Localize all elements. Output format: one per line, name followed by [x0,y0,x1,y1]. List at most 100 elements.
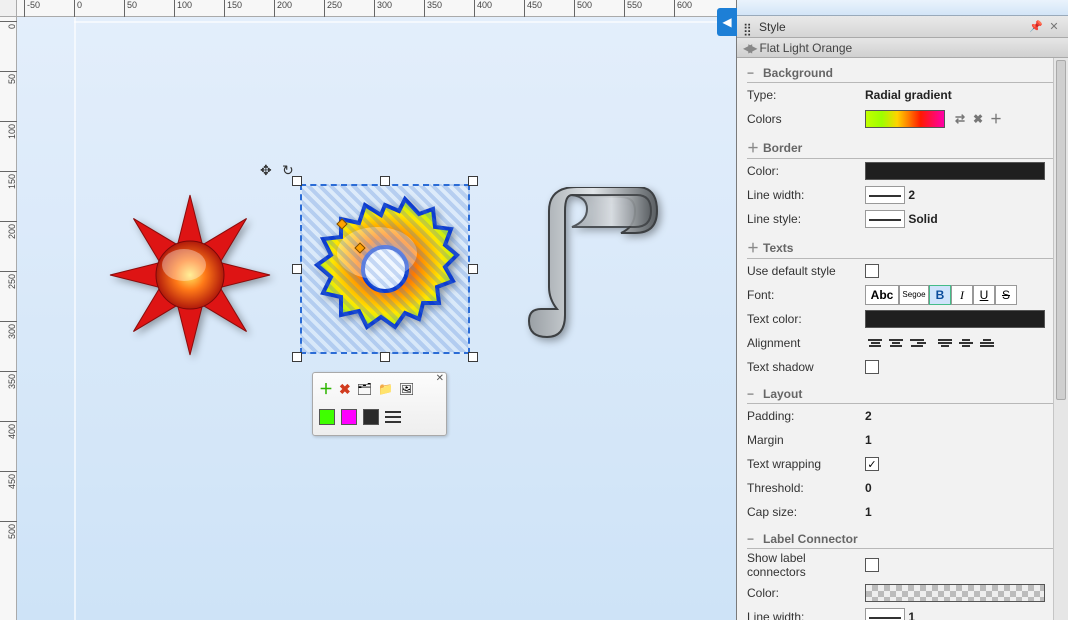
shape-sun[interactable] [105,190,275,360]
nav-arrows-icon[interactable]: ◀▶ [743,41,753,55]
ruler-vertical[interactable]: 050100150200250300350400450500 [0,17,17,620]
remove-color-button[interactable]: ✖ [969,110,987,128]
ruler-tick: 300 [374,0,392,17]
selection-box[interactable]: ✥ ↻ [300,184,470,354]
panel-tabbar[interactable] [737,0,1068,16]
folder-icon[interactable]: 📁 [378,382,393,396]
ruler-corner [0,0,17,17]
add-icon[interactable]: ＋ [319,379,333,399]
section-label-connector[interactable]: −Label Connector [747,528,1058,549]
resize-handle-r[interactable] [468,264,478,274]
section-layout[interactable]: −Layout [747,383,1058,404]
align-center-button[interactable] [886,334,906,352]
valign-top-button[interactable] [935,334,955,352]
bold-button[interactable]: B [929,285,951,305]
alignment-group [865,334,997,352]
underline-button[interactable]: U [973,285,995,305]
context-toolbar-close[interactable]: ✕ [436,373,444,384]
show-connectors-checkbox[interactable] [865,558,879,572]
resize-handle-br[interactable] [468,352,478,362]
resize-handle-bl[interactable] [292,352,302,362]
page-left-edge [74,17,76,620]
italic-button[interactable]: I [951,285,973,305]
ruler-tick: 600 [674,0,692,17]
text-wrap-checkbox[interactable]: ✓ [865,457,879,471]
add-color-button[interactable]: ＋ [987,110,1005,128]
shape-scroll[interactable] [517,187,667,357]
gradient-preview[interactable] [865,110,945,128]
quick-color-swatch[interactable] [363,409,379,425]
bg-type-value[interactable]: Radial gradient [865,88,952,102]
ruler-tick: 150 [224,0,242,17]
panel-title-bar[interactable]: ⣿ Style 📌 ✕ [737,16,1068,38]
ruler-tick: 150 [0,171,17,189]
quick-color-swatch[interactable] [341,409,357,425]
border-linestyle-preview[interactable] [865,210,905,228]
style-panel: ◀ ⣿ Style 📌 ✕ ◀▶ Flat Light Orange −Back… [736,0,1068,620]
resize-handle-t[interactable] [380,176,390,186]
use-default-style-checkbox[interactable] [865,264,879,278]
quick-color-row [319,405,440,429]
ruler-tick: 300 [0,321,17,339]
ruler-tick: 200 [274,0,292,17]
capsize-value[interactable]: 1 [865,505,872,519]
border-color-swatch[interactable] [865,162,1045,180]
grip-icon: ⣿ [743,22,753,32]
ruler-tick: 400 [474,0,492,17]
section-border[interactable]: ＋Border [747,135,1058,159]
connector-color-swatch[interactable] [865,584,1045,602]
panel-scrollbar[interactable] [1053,58,1068,620]
border-linestyle-value[interactable]: Solid [908,212,937,226]
ruler-tick: 500 [0,521,17,539]
strike-button[interactable]: S [995,285,1017,305]
text-color-swatch[interactable] [865,310,1045,328]
swap-colors-button[interactable]: ⇄ [951,110,969,128]
panel-title: Style [759,20,786,34]
context-toolbar: ✕ ＋ ✖ 🗂 📁 🖼 [312,372,447,436]
connector-linewidth-value[interactable]: 1 [908,610,915,620]
canvas-area: -50050100150200250300350400450500550600 … [0,0,736,620]
page-top-edge [74,21,736,23]
close-icon[interactable]: ✕ [1046,20,1062,34]
resize-handle-b[interactable] [380,352,390,362]
resize-handle-tr[interactable] [468,176,478,186]
connector-linewidth-preview[interactable] [865,608,905,620]
section-texts[interactable]: ＋Texts [747,235,1058,259]
border-linewidth-value[interactable]: 2 [908,188,915,202]
scrollbar-thumb[interactable] [1056,60,1066,400]
ruler-tick: 250 [0,271,17,289]
delete-icon[interactable]: ✖ [339,381,351,398]
ruler-horizontal[interactable]: -50050100150200250300350400450500550600 [17,0,736,17]
image-icon[interactable]: 🖼 [399,382,414,396]
text-shadow-checkbox[interactable] [865,360,879,374]
valign-mid-button[interactable] [956,334,976,352]
align-right-button[interactable] [907,334,927,352]
pin-icon[interactable]: 📌 [1028,20,1044,34]
lines-icon[interactable] [385,409,401,425]
quick-color-swatch[interactable] [319,409,335,425]
panel-collapse-button[interactable]: ◀ [717,8,737,36]
border-linewidth-preview[interactable] [865,186,905,204]
ruler-tick: -50 [24,0,40,17]
threshold-value[interactable]: 0 [865,481,872,495]
panel-body: −Background Type:Radial gradient Colors … [737,58,1068,620]
align-left-button[interactable] [865,334,885,352]
valign-bot-button[interactable] [977,334,997,352]
ruler-tick: 350 [0,371,17,389]
font-name[interactable]: Segoe [899,285,929,305]
ruler-tick: 500 [574,0,592,17]
rotate-handle-icon[interactable]: ↻ [282,162,294,179]
style-name-row[interactable]: ◀▶ Flat Light Orange [737,38,1068,58]
group-icon[interactable]: 🗂 [357,382,372,396]
ruler-tick: 0 [74,0,82,17]
ruler-tick: 100 [174,0,192,17]
ruler-tick: 50 [124,0,137,17]
padding-value[interactable]: 2 [865,409,872,423]
margin-value[interactable]: 1 [865,433,872,447]
resize-handle-l[interactable] [292,264,302,274]
font-preview[interactable]: Abc [865,285,899,305]
canvas[interactable]: ✥ ↻ ✕ ＋ ✖ 🗂 📁 🖼 [17,17,736,620]
bg-colors-label: Colors [747,112,865,126]
section-background[interactable]: −Background [747,62,1058,83]
move-handle-icon[interactable]: ✥ [260,162,272,179]
